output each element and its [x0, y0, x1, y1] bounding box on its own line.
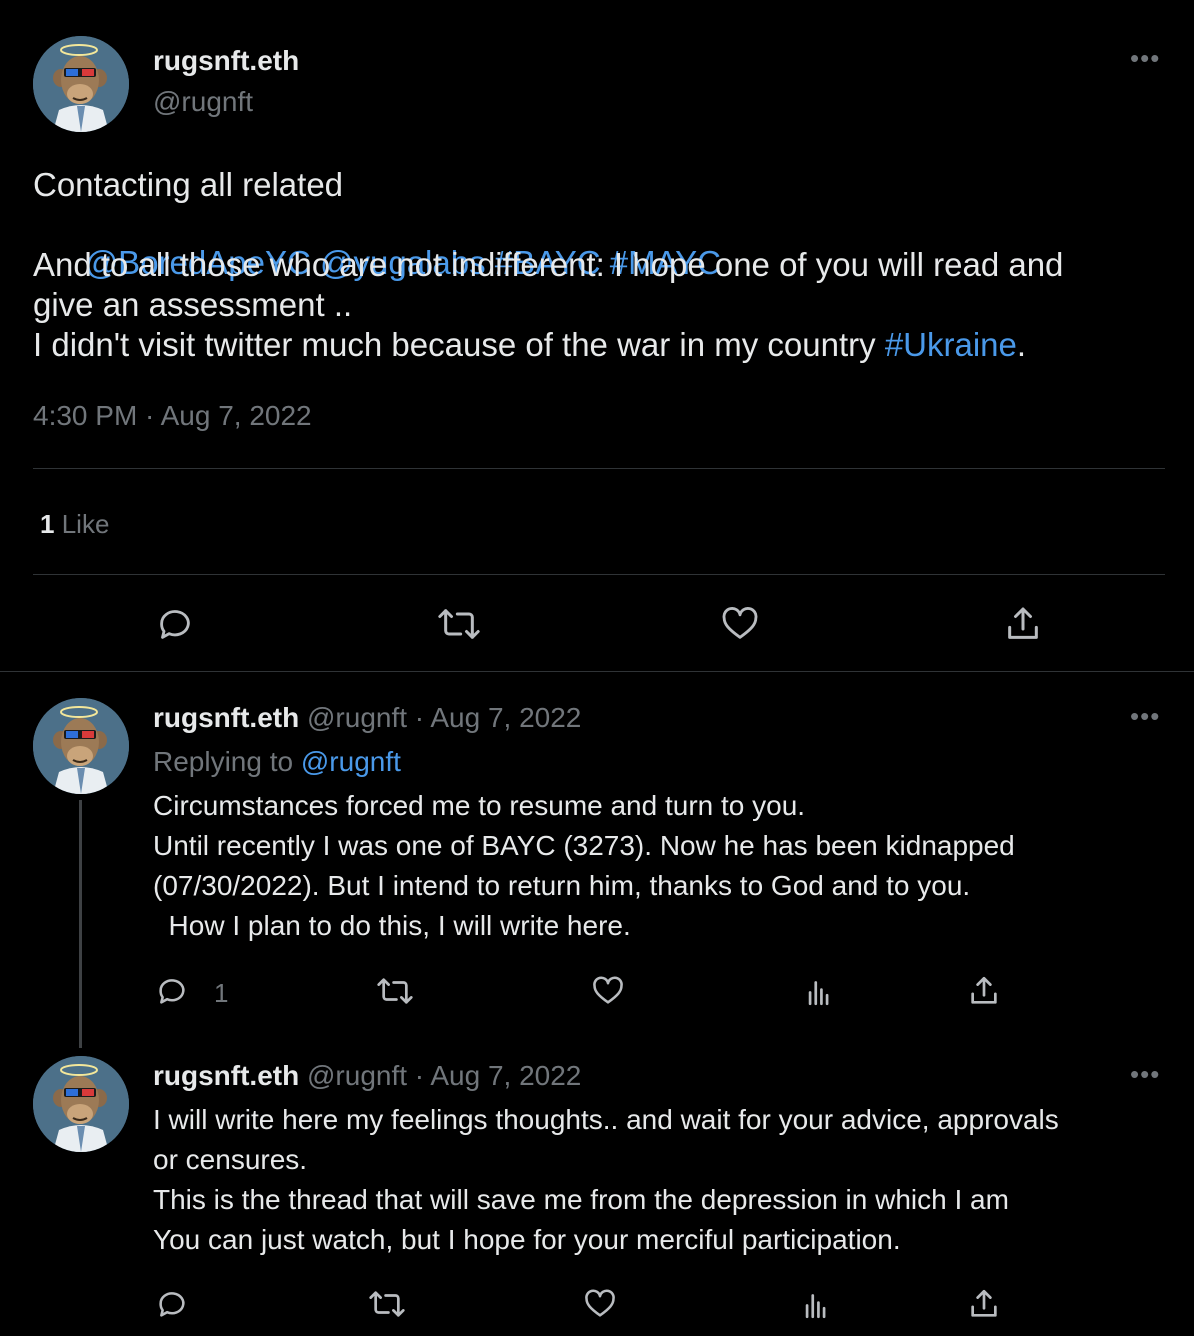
- retweet-icon[interactable]: [437, 604, 481, 644]
- retweet-icon[interactable]: [368, 1287, 406, 1321]
- tweet-text-line: This is the thread that will save me fro…: [153, 1184, 1009, 1215]
- share-icon[interactable]: [967, 974, 1001, 1008]
- hashtag-link[interactable]: #Ukraine: [885, 326, 1017, 363]
- likes-label: Like: [61, 509, 110, 539]
- display-name[interactable]: rugsnft.eth: [153, 1060, 299, 1091]
- replying-to: Replying to @rugnft: [153, 746, 401, 778]
- ape-avatar-image: [33, 36, 129, 132]
- mention-link[interactable]: @rugnft: [301, 746, 401, 777]
- likes-number: 1: [40, 509, 55, 539]
- display-name[interactable]: rugsnft.eth: [153, 702, 299, 733]
- tweet-text-fragment: I didn't visit twitter much because of t…: [33, 326, 885, 363]
- tweet-text-line: Until recently I was one of BAYC (3273).…: [153, 830, 1015, 861]
- tweet-text-line: How I plan to do this, I will write here…: [153, 910, 631, 941]
- tweet-text-line: I will write here my feelings thoughts..…: [153, 1104, 1059, 1135]
- more-icon[interactable]: •••: [1130, 45, 1160, 71]
- likes-count[interactable]: 1 Like: [40, 509, 109, 540]
- avatar[interactable]: [33, 1056, 129, 1152]
- views-icon[interactable]: [803, 974, 837, 1008]
- reply-icon[interactable]: [155, 974, 189, 1008]
- tweet-text-line: give an assessment ..: [33, 286, 353, 323]
- replying-prefix: Replying to: [153, 746, 301, 777]
- tweet-text-fragment: .: [1016, 326, 1027, 363]
- handle-date[interactable]: @rugnft · Aug 7, 2022: [307, 702, 581, 733]
- tweet-text-line: (07/30/2022). But I intend to return him…: [153, 870, 971, 901]
- more-icon[interactable]: •••: [1130, 1061, 1160, 1087]
- reply-icon[interactable]: [155, 1287, 189, 1321]
- reply-count: 1: [214, 978, 229, 1008]
- views-icon[interactable]: [800, 1287, 834, 1321]
- retweet-icon[interactable]: [376, 974, 414, 1008]
- tweet-text-line: Contacting all related: [33, 166, 344, 203]
- avatar[interactable]: [33, 698, 129, 794]
- like-icon[interactable]: [720, 604, 760, 644]
- handle[interactable]: @rugnft: [153, 86, 253, 118]
- divider: [0, 671, 1194, 672]
- timestamp[interactable]: 4:30 PM · Aug 7, 2022: [33, 400, 312, 432]
- display-name[interactable]: rugsnft.eth: [153, 45, 299, 77]
- more-icon[interactable]: •••: [1130, 703, 1160, 729]
- ape-avatar-image: [33, 1056, 129, 1152]
- reply-header: rugsnft.eth @rugnft · Aug 7, 2022: [153, 1060, 581, 1092]
- tweet-text-line: or censures.: [153, 1144, 308, 1175]
- avatar[interactable]: [33, 36, 129, 132]
- reply-icon[interactable]: [155, 604, 195, 644]
- tweet-text-line: You can just watch, but I hope for your …: [153, 1224, 901, 1255]
- tweet-text-line: And to all those who are not indifferent…: [33, 246, 1064, 283]
- handle-date[interactable]: @rugnft · Aug 7, 2022: [307, 1060, 581, 1091]
- ape-avatar-image: [33, 698, 129, 794]
- divider: [33, 468, 1165, 469]
- tweet-text-line: I didn't visit twitter much because of t…: [33, 326, 1026, 364]
- share-icon[interactable]: [967, 1287, 1001, 1321]
- like-icon[interactable]: [583, 1287, 617, 1321]
- reply-header: rugsnft.eth @rugnft · Aug 7, 2022: [153, 702, 581, 734]
- thread-line: [79, 800, 82, 1048]
- tweet-text-line: Circumstances forced me to resume and tu…: [153, 790, 806, 821]
- share-icon[interactable]: [1003, 604, 1043, 644]
- divider: [33, 574, 1165, 575]
- like-icon[interactable]: [591, 974, 625, 1008]
